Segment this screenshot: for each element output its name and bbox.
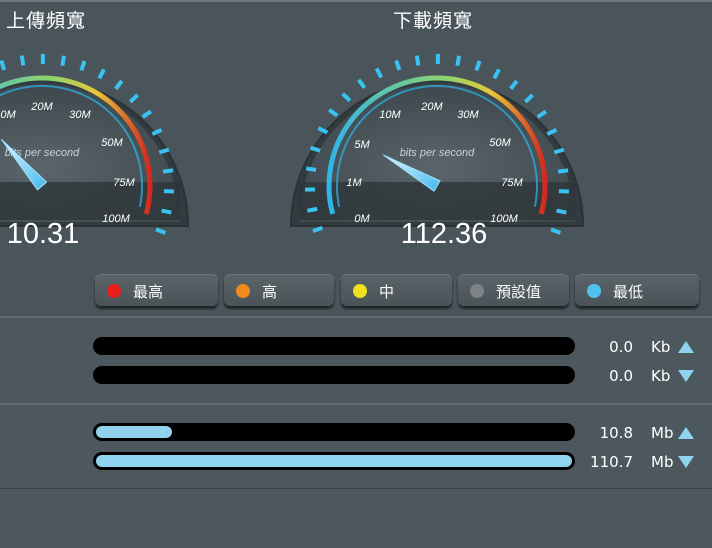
legend-highest[interactable]: 最高 xyxy=(95,274,218,306)
panel-divider xyxy=(0,316,712,318)
gauge-tick xyxy=(141,109,153,119)
yellow-dot-icon xyxy=(353,284,367,298)
gauge-tick-label: 0M xyxy=(354,213,370,225)
gauge-tick-label: 30M xyxy=(457,109,479,121)
gauge-tick xyxy=(151,127,163,136)
traffic-bar-fill xyxy=(96,426,172,438)
upload-value: 10.31 xyxy=(6,218,80,250)
gauge-tick xyxy=(97,68,106,80)
gauge-tick xyxy=(341,92,352,103)
traffic-bar xyxy=(93,423,575,441)
gauge-tick xyxy=(556,208,567,215)
gauge-tick xyxy=(557,168,569,174)
gauge-tick-label: 50M xyxy=(101,137,123,149)
traffic-value: 0.0 xyxy=(609,338,633,356)
gauge-band xyxy=(0,182,180,220)
gauge-tick xyxy=(550,227,562,235)
arrow-up-icon xyxy=(678,341,694,353)
traffic-value: 110.7 xyxy=(590,453,633,471)
gauge-tick-label: 10M xyxy=(379,109,401,121)
gauge-tick xyxy=(553,147,565,155)
gauge-tick-label: 5M xyxy=(354,139,370,151)
upload-gauge: 0M20M30M50M75M100Mbits per second xyxy=(0,53,190,235)
red-dot-icon xyxy=(107,284,121,298)
gauge-tick xyxy=(394,59,402,71)
blue-dot-icon xyxy=(587,284,601,298)
gauge-tick-label: 75M xyxy=(501,177,523,189)
gauge-band xyxy=(299,182,575,220)
gauge-tick xyxy=(317,126,329,135)
arrow-up-icon xyxy=(678,427,694,439)
gauge-tick xyxy=(312,225,324,234)
legend-high[interactable]: 高 xyxy=(224,274,334,306)
gauge-tick xyxy=(414,55,421,66)
gauge-tick xyxy=(158,147,170,155)
legend-default[interactable]: 預設值 xyxy=(458,274,569,306)
gauge-tick xyxy=(161,208,172,215)
gauge-tick-label: 20M xyxy=(420,101,443,113)
gray-dot-icon xyxy=(470,284,484,298)
gauge-tick-label: 50M xyxy=(489,137,511,149)
legend-label: 最低 xyxy=(613,283,644,301)
traffic-value: 0.0 xyxy=(609,367,633,385)
gauge-tick xyxy=(374,67,384,79)
traffic-unit: Kb xyxy=(651,367,671,385)
traffic-bar-fill xyxy=(96,455,572,467)
legend-medium[interactable]: 中 xyxy=(341,274,452,306)
gauge-tick xyxy=(546,127,558,136)
traffic-bar xyxy=(93,452,575,470)
gauge-tick xyxy=(310,145,321,153)
legend-label: 高 xyxy=(262,283,278,301)
arrow-down-icon xyxy=(678,370,694,382)
traffic-unit: Mb xyxy=(651,453,674,471)
gauge-tick xyxy=(327,108,339,118)
gauge-tick xyxy=(357,78,367,89)
gauge-tick xyxy=(492,68,501,80)
gauge-tick-label: 20M xyxy=(30,101,53,113)
download-title: 下載頻寬 xyxy=(393,10,474,32)
arrow-down-icon xyxy=(678,456,694,468)
row-group-divider xyxy=(0,403,712,405)
gauge-tick xyxy=(536,109,548,119)
legend-label: 中 xyxy=(379,283,395,301)
traffic-unit: Kb xyxy=(651,338,671,356)
gauge-tick xyxy=(474,60,482,72)
orange-dot-icon xyxy=(236,284,250,298)
traffic-bar xyxy=(93,337,575,355)
gauge-tick-label: 75M xyxy=(113,177,135,189)
gauge-tick-label: 30M xyxy=(69,109,91,121)
gauge-tick xyxy=(455,55,461,67)
traffic-value: 10.8 xyxy=(599,424,633,442)
gauge-tick xyxy=(523,93,534,104)
legend-label: 預設值 xyxy=(496,283,542,301)
gauge-tick xyxy=(305,166,317,172)
download-gauge: 0M1M5M10M20M30M50M75M100Mbits per second xyxy=(289,53,585,235)
traffic-bar xyxy=(93,366,575,384)
upload-title: 上傳頻寬 xyxy=(6,10,87,32)
gauge-tick xyxy=(155,227,167,235)
legend-label: 最高 xyxy=(133,283,164,301)
gauge-tick xyxy=(509,79,519,91)
gauge-tick xyxy=(19,55,26,66)
traffic-unit: Mb xyxy=(651,424,674,442)
gauge-tick xyxy=(128,93,139,104)
gauge-tick xyxy=(0,59,7,71)
gauge-tick xyxy=(114,79,124,91)
legend-lowest[interactable]: 最低 xyxy=(575,274,699,306)
gauge-tick xyxy=(79,60,87,72)
gauge-tick-label: 0M xyxy=(0,109,16,121)
row-group-divider xyxy=(0,488,712,489)
gauge-tick xyxy=(60,55,66,67)
gauge-tick-label: 1M xyxy=(346,177,362,189)
gauge-tick xyxy=(306,206,318,213)
download-value: 112.36 xyxy=(400,218,488,250)
gauge-unit-label: bits per second xyxy=(400,147,475,159)
gauge-tick xyxy=(162,168,174,174)
